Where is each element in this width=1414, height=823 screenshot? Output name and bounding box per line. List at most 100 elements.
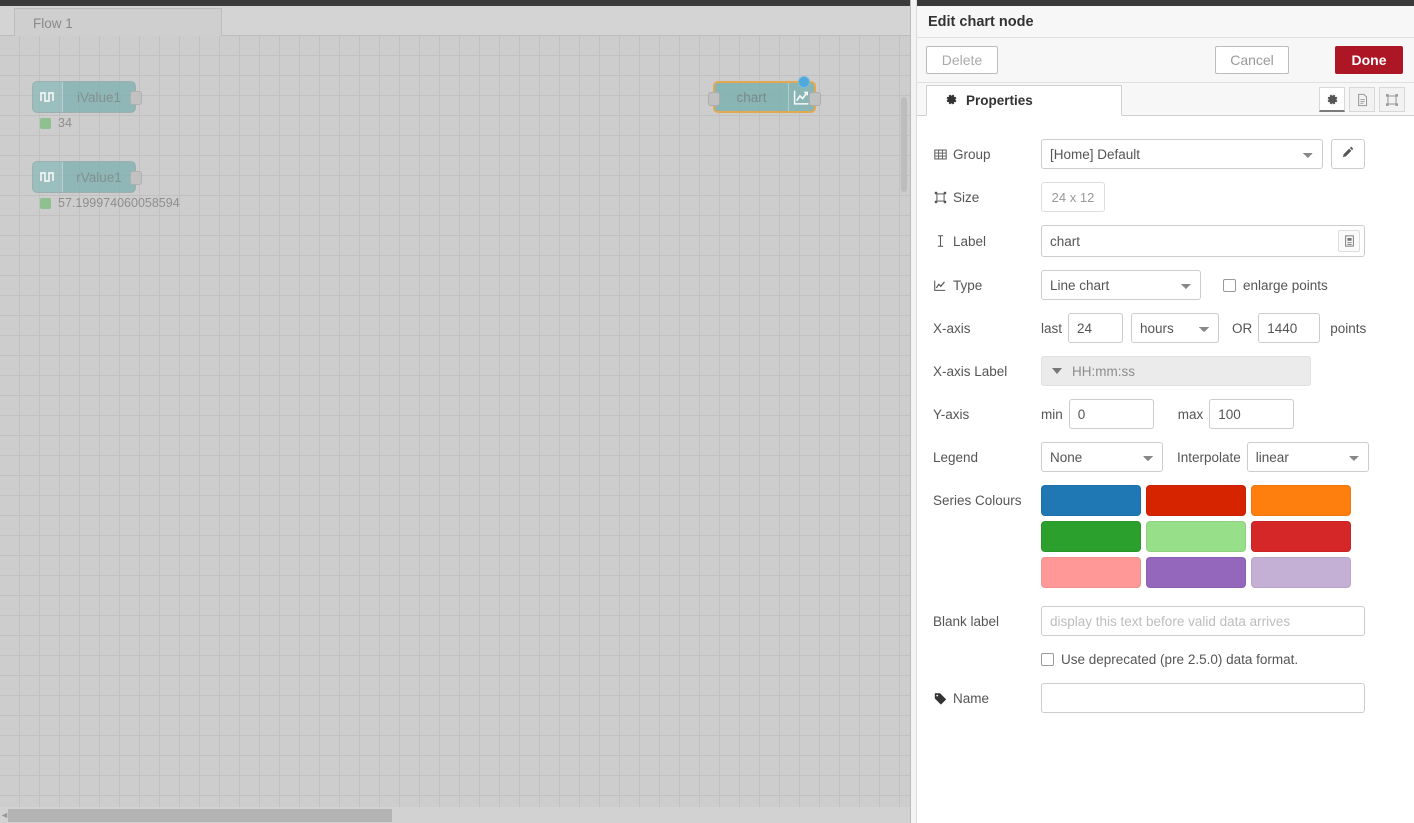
enlarge-points-checkbox[interactable]: [1223, 278, 1236, 292]
xaxis-label-text: X-axis: [933, 320, 971, 336]
form-row-name: Name: [917, 683, 1414, 713]
label-input[interactable]: [1041, 225, 1365, 257]
series-colours-grid: [1041, 485, 1351, 588]
pencil-icon: [1341, 145, 1355, 164]
page-title: Edit chart node: [928, 13, 1034, 30]
legend-select[interactable]: None: [1041, 442, 1163, 472]
gear-icon: [945, 93, 958, 109]
colour-swatch-5[interactable]: [1146, 521, 1246, 552]
yaxis-label-text: Y-axis: [933, 406, 970, 422]
scroll-left-arrow-icon[interactable]: ◄: [0, 810, 9, 820]
typed-input-icon[interactable]: [1338, 230, 1360, 252]
pulse-icon: [33, 82, 63, 112]
name-input[interactable]: [1041, 683, 1365, 713]
enlarge-points-label: enlarge points: [1243, 277, 1328, 293]
node-output-port[interactable]: [130, 91, 142, 105]
dialog-tab-bar: Properties: [917, 83, 1414, 116]
status-dot-icon: [40, 197, 51, 209]
flow-node-label: chart: [736, 89, 767, 105]
form-row-xaxis: X-axis last hours OR points: [917, 313, 1414, 343]
name-label-text: Name: [953, 690, 990, 706]
flow-editor-pane: Flow 1 iValue1 34 rValue1 57.19997406005…: [0, 0, 910, 823]
yaxis-min-input[interactable]: [1068, 399, 1154, 429]
scrollbar-thumb[interactable]: [901, 97, 907, 192]
flow-canvas[interactable]: iValue1 34 rValue1 57.199974060058594 ch…: [0, 36, 910, 823]
appearance-icon[interactable]: [1379, 87, 1405, 112]
xaxis-label-format-select[interactable]: HH:mm:ss: [1041, 356, 1311, 386]
yaxis-max-input[interactable]: [1209, 399, 1295, 429]
colour-swatch-2[interactable]: [1146, 485, 1246, 516]
size-label-text: Size: [953, 189, 980, 205]
edit-group-button[interactable]: [1331, 139, 1365, 169]
deprecated-format-checkbox[interactable]: [1041, 653, 1054, 666]
label-field-label: Label: [933, 234, 1041, 249]
colour-swatch-1[interactable]: [1041, 485, 1141, 516]
tab-properties[interactable]: Properties: [926, 85, 1122, 116]
dialog-toolbar: Delete Cancel Done: [917, 38, 1414, 83]
form-row-label: Label: [917, 225, 1414, 257]
size-button[interactable]: 24 x 12: [1041, 182, 1105, 212]
form-row-group: Group [Home] Default: [917, 139, 1414, 169]
colour-swatch-4[interactable]: [1041, 521, 1141, 552]
group-label: Group: [933, 147, 1041, 162]
label-input-wrapper: [1041, 225, 1365, 257]
tag-icon: [933, 692, 947, 705]
xaxis-format-label: X-axis Label: [933, 364, 1041, 379]
flow-tab-flow-1[interactable]: Flow 1: [14, 8, 222, 38]
canvas-vertical-scrollbar[interactable]: [896, 72, 910, 823]
xaxis-label-format-value: HH:mm:ss: [1072, 363, 1135, 379]
size-label: Size: [933, 190, 1041, 205]
status-dot-icon: [40, 117, 51, 129]
colour-swatch-7[interactable]: [1041, 557, 1141, 588]
flow-node-ivalue1[interactable]: iValue1: [32, 81, 142, 113]
line-chart-icon: [933, 279, 947, 292]
colour-swatch-9[interactable]: [1251, 557, 1351, 588]
document-icon[interactable]: [1349, 87, 1375, 112]
delete-button[interactable]: Delete: [926, 46, 998, 74]
colour-swatch-3[interactable]: [1251, 485, 1351, 516]
yaxis-max-label: max: [1177, 406, 1204, 422]
blank-label-label: Blank label: [933, 614, 1041, 629]
deprecated-group: Use deprecated (pre 2.5.0) data format.: [1041, 652, 1298, 667]
xaxis-format-label-text: X-axis Label: [933, 363, 1008, 379]
pulse-icon: [33, 162, 63, 192]
status-text: 57.199974060058594: [58, 196, 180, 210]
series-colours-label-text: Series Colours: [933, 493, 1022, 508]
blank-label-input[interactable]: [1041, 606, 1365, 636]
flow-node-chart[interactable]: chart: [708, 76, 821, 113]
colour-swatch-6[interactable]: [1251, 521, 1351, 552]
flow-tab-label: Flow 1: [33, 16, 73, 31]
chevron-down-icon: [1052, 368, 1062, 374]
done-button[interactable]: Done: [1335, 46, 1403, 74]
node-input-port[interactable]: [708, 92, 720, 106]
interpolate-select[interactable]: linear: [1246, 442, 1369, 472]
xaxis-last-input[interactable]: [1068, 313, 1124, 343]
gear-icon[interactable]: [1319, 87, 1345, 112]
yaxis-min-label: min: [1041, 406, 1063, 422]
series-colours-label: Series Colours: [933, 485, 1041, 508]
blank-label-label-text: Blank label: [933, 613, 1000, 629]
xaxis-or-label: OR: [1232, 320, 1253, 336]
xaxis-last-label: last: [1041, 320, 1063, 336]
cancel-button[interactable]: Cancel: [1215, 46, 1289, 74]
type-select[interactable]: Line chart: [1041, 270, 1201, 300]
text-cursor-icon: [933, 234, 947, 248]
type-label: Type: [933, 278, 1041, 293]
form-row-yaxis: Y-axis min max: [917, 399, 1414, 429]
xaxis-points-input[interactable]: [1258, 313, 1321, 343]
table-icon: [933, 148, 947, 161]
scrollbar-thumb[interactable]: [8, 809, 392, 822]
node-red-editor: Flow 1 iValue1 34 rValue1 57.19997406005…: [0, 0, 1414, 823]
legend-label: Legend: [933, 450, 1041, 465]
canvas-horizontal-scrollbar[interactable]: ◄: [0, 807, 910, 823]
node-output-port[interactable]: [809, 92, 821, 106]
xaxis-unit-select[interactable]: hours: [1131, 313, 1220, 343]
flow-node-rvalue1[interactable]: rValue1: [32, 161, 142, 193]
group-select[interactable]: [Home] Default: [1041, 139, 1323, 169]
dialog-title-bar: Edit chart node: [917, 6, 1414, 38]
label-field-label-text: Label: [953, 233, 987, 249]
colour-swatch-8[interactable]: [1146, 557, 1246, 588]
form-row-blank-label: Blank label: [917, 606, 1414, 636]
node-output-port[interactable]: [130, 171, 142, 185]
properties-form: Group [Home] Default Size 24 x 12 Label …: [917, 117, 1414, 807]
